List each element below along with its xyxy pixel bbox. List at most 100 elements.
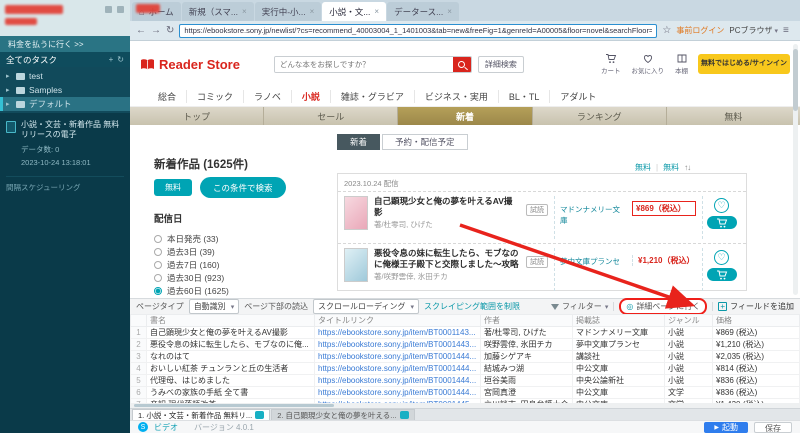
window-tab-new[interactable]: 新規（スマ... × xyxy=(181,2,254,21)
column-header-genre[interactable]: ジャンル xyxy=(664,314,713,327)
limit-scrape-range-link[interactable]: スクレイピング範囲を制限 xyxy=(424,301,520,312)
subnav-top[interactable]: トップ xyxy=(130,107,265,125)
preview-tag[interactable]: 試読 xyxy=(526,256,548,268)
cell-price[interactable]: ¥2,035 (税込) xyxy=(712,350,800,363)
folder-item-default[interactable]: ▸ デフォルト xyxy=(0,97,130,111)
close-icon[interactable]: × xyxy=(447,7,452,16)
folder-item-samples[interactable]: ▸ Samples xyxy=(0,83,130,97)
data-tab-detail-page[interactable]: 2. 自己顕現少女と俺の夢を叶える... xyxy=(271,409,415,420)
cell-genre[interactable]: 小説 xyxy=(664,326,713,339)
data-tab-list-page[interactable]: 1. 小説・文芸・新着作品 無料リ... xyxy=(132,409,271,420)
cell-price[interactable]: ¥814 (税込) xyxy=(712,362,800,375)
advanced-search-button[interactable]: 詳細検索 xyxy=(477,55,524,73)
table-row[interactable]: 1 自己顕現少女と俺の夢を叶えるAV撮影 https://ebookstore.… xyxy=(130,326,800,339)
favorite-button[interactable]: ♡ xyxy=(714,198,729,213)
subnav-free[interactable]: 無料 xyxy=(666,107,800,125)
search-input[interactable] xyxy=(274,56,453,72)
billing-link[interactable]: 料金を払うに行く >> xyxy=(0,36,130,52)
load-mode-select[interactable]: スクロールローディング ▾ xyxy=(313,299,420,314)
settings-icon[interactable] xyxy=(117,6,124,13)
cell-magazine[interactable]: マドンナメリー文庫 xyxy=(572,326,665,339)
radio-7days[interactable]: 過去7日 (160) xyxy=(154,258,330,271)
cell-title[interactable]: 悪役令息の妹に転生したら、モブなのに俺... xyxy=(146,338,315,351)
cell-author[interactable]: 結城みつ湖 xyxy=(480,362,573,375)
table-row[interactable]: 5 代理母、はじめました https://ebookstore.sony.jp/… xyxy=(130,374,800,387)
cell-magazine[interactable]: 中公文庫 xyxy=(572,362,665,375)
close-icon[interactable]: × xyxy=(374,7,379,16)
url-input[interactable] xyxy=(179,23,658,38)
cell-genre[interactable]: 小説 xyxy=(664,338,713,351)
favorites-link[interactable]: お気に入り xyxy=(632,53,664,75)
table-row[interactable]: 2 悪役令息の妹に転生したら、モブなのに俺... https://ebookst… xyxy=(130,338,800,351)
cell-author[interactable]: 加藤シゲアキ xyxy=(480,350,573,363)
cell-genre[interactable]: 小説 xyxy=(664,374,713,387)
window-tab-running[interactable]: 実行中-小... × xyxy=(254,2,322,21)
scrollbar-thumb[interactable] xyxy=(134,404,334,407)
genre-link[interactable]: ラノベ xyxy=(244,90,292,103)
refresh-tasks-icon[interactable]: ↻ xyxy=(117,55,124,64)
cell-price[interactable]: ¥1,210 (税込) xyxy=(712,338,800,351)
subnav-ranking[interactable]: ランキング xyxy=(532,107,667,125)
cell-author[interactable]: 垣谷美雨 xyxy=(480,374,573,387)
book-cover[interactable] xyxy=(344,196,368,230)
signin-button[interactable]: 無料ではじめる/サインイン xyxy=(698,54,790,74)
book-list-item[interactable]: 悪役令息の妹に転生したら、モブなのに俺様王子殿下と交際しました～攻略対象者筆頭と… xyxy=(338,243,746,295)
table-row[interactable]: 4 おいしい紅茶 チュンランと丘の生活者 https://ebookstore.… xyxy=(130,362,800,375)
save-button[interactable]: 保存 xyxy=(754,421,792,433)
genre-link-active[interactable]: 小説 xyxy=(292,90,331,103)
column-header-title[interactable]: 書名 xyxy=(146,314,315,327)
back-icon[interactable]: ← xyxy=(136,25,146,36)
genre-link[interactable]: BL・TL xyxy=(499,90,551,103)
genre-link[interactable]: 総合 xyxy=(148,90,188,103)
book-publisher[interactable]: マドンナメリー文庫 xyxy=(554,196,626,239)
cell-link[interactable]: https://ebookstore.sony.jp/item/BT000144… xyxy=(314,386,481,399)
radio-60days-selected[interactable]: 過去60日 (1625) xyxy=(154,284,330,297)
add-to-cart-button[interactable] xyxy=(706,268,737,281)
column-header-magazine[interactable]: 掲載誌 xyxy=(572,314,665,327)
book-title[interactable]: 悪役令息の妹に転生したら、モブなのに俺様王子殿下と交際しました～攻略対象者筆頭と… xyxy=(374,248,520,269)
tab-preorders[interactable]: 予約・配信予定 xyxy=(382,134,468,150)
cell-title[interactable]: なれのはて xyxy=(146,350,315,363)
book-list-item[interactable]: 自己顕現少女と俺の夢を叶えるAV撮影 著/杜零司, ひげた 試読 マドンナメリー… xyxy=(338,191,746,243)
subnav-sale[interactable]: セール xyxy=(264,107,399,125)
menu-icon[interactable]: ≡ xyxy=(783,25,789,36)
genre-link[interactable]: ビジネス・実用 xyxy=(415,90,499,103)
column-header-link[interactable]: タイトルリンク xyxy=(314,314,481,327)
window-tab-novel[interactable]: 小説・文... × xyxy=(322,2,387,21)
genre-link[interactable]: アダルト xyxy=(550,90,606,103)
bookmark-icon[interactable]: ☆ xyxy=(662,25,671,36)
cell-genre[interactable]: 文学 xyxy=(664,386,713,399)
cart-link[interactable]: カート xyxy=(601,53,621,75)
folder-item-test[interactable]: ▸ test xyxy=(0,69,130,83)
run-button[interactable]: ▶ 起動 xyxy=(704,421,748,433)
book-title[interactable]: 自己顕現少女と俺の夢を叶えるAV撮影 xyxy=(374,196,520,217)
favorite-button[interactable]: ♡ xyxy=(714,250,729,265)
cell-title[interactable]: 代理母、はじめました xyxy=(146,374,315,387)
radio-30days[interactable]: 過去30日 (923) xyxy=(154,271,330,284)
genre-link[interactable]: コミック xyxy=(187,90,245,103)
all-tasks-header[interactable]: 全てのタスク + ↻ xyxy=(0,52,130,67)
cell-link[interactable]: https://ebookstore.sony.jp/item/BT000144… xyxy=(314,350,481,363)
cell-link[interactable]: https://ebookstore.sony.jp/item/BT000144… xyxy=(314,374,481,387)
column-header-price[interactable]: 価格 xyxy=(712,314,800,327)
cell-link[interactable]: https://ebookstore.sony.jp/item/BT000114… xyxy=(314,326,481,339)
filter-button[interactable]: フィルター ▾ xyxy=(550,301,608,312)
genre-link[interactable]: 雑誌・グラビア xyxy=(331,90,415,103)
sort-link[interactable]: 無料 xyxy=(663,162,679,173)
radio-today[interactable]: 本日発売 (33) xyxy=(154,232,330,245)
page-scrollbar[interactable] xyxy=(793,44,798,295)
go-to-detail-page-button[interactable]: ◎ 詳細ページに行く xyxy=(619,298,708,315)
notification-icon[interactable] xyxy=(105,6,112,13)
forward-icon[interactable]: → xyxy=(151,25,161,36)
cell-magazine[interactable]: 夢中文庫プランセ xyxy=(572,338,665,351)
expand-icon[interactable]: ▸ xyxy=(6,86,12,94)
cell-link[interactable]: https://ebookstore.sony.jp/item/BT000144… xyxy=(314,362,481,375)
cell-title[interactable]: うみべの家族の手紙 全て書 xyxy=(146,386,315,399)
cell-price[interactable]: ¥836 (税込) xyxy=(712,374,800,387)
skype-icon[interactable]: S xyxy=(138,422,148,432)
add-to-cart-button[interactable] xyxy=(706,216,737,229)
cell-genre[interactable]: 小説 xyxy=(664,362,713,375)
book-cover[interactable] xyxy=(344,248,368,282)
column-header-author[interactable]: 作者 xyxy=(480,314,573,327)
table-horizontal-scrollbar[interactable] xyxy=(130,403,800,408)
